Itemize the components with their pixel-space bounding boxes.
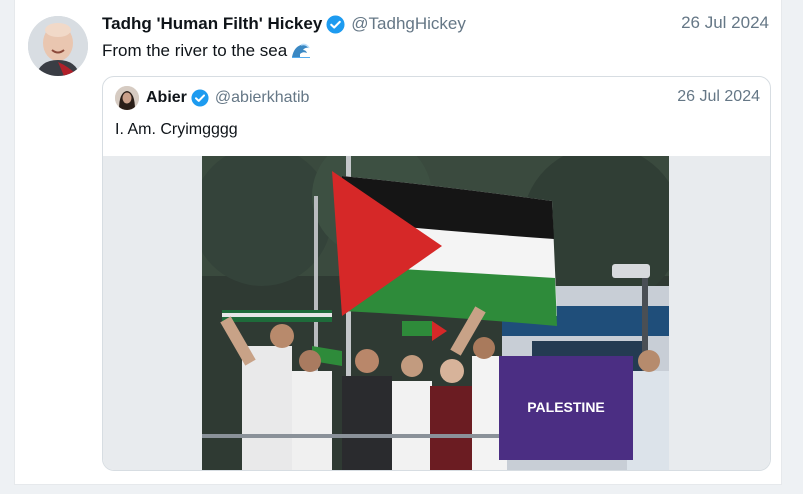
tweet-card[interactable]: Tadhg 'Human Filth' Hickey @TadhgHickey …	[14, 0, 782, 485]
palestine-banner: PALESTINE	[499, 356, 633, 460]
quoted-user-avatar[interactable]	[115, 86, 139, 110]
verified-badge-icon	[191, 89, 209, 107]
quoted-tweet-text: I. Am. Cryimgggg	[115, 121, 238, 138]
quoted-author-name[interactable]: Abier	[146, 89, 187, 107]
tweet-header: Tadhg 'Human Filth' Hickey @TadhgHickey …	[102, 12, 769, 36]
user-avatar[interactable]	[28, 16, 88, 76]
author-handle[interactable]: @TadhgHickey	[351, 14, 466, 34]
banner-text: PALESTINE	[527, 399, 605, 415]
quoted-tweet[interactable]: Abier @abierkhatib 26 Jul 2024 I. Am. Cr…	[102, 76, 771, 471]
tweet-date[interactable]: 26 Jul 2024	[681, 13, 769, 33]
quoted-tweet-date[interactable]: 26 Jul 2024	[677, 88, 760, 106]
tweet-text: From the river to the sea	[102, 41, 311, 64]
wave-icon	[291, 41, 311, 64]
quoted-tweet-media[interactable]: PALESTINE	[103, 156, 770, 470]
tweet-text-content: From the river to the sea	[102, 41, 288, 60]
quoted-tweet-header: Abier @abierkhatib 26 Jul 2024	[115, 85, 760, 111]
author-name[interactable]: Tadhg 'Human Filth' Hickey	[102, 14, 322, 34]
quoted-author-handle[interactable]: @abierkhatib	[215, 89, 310, 107]
verified-badge-icon	[326, 14, 345, 34]
tweet-photo[interactable]: PALESTINE	[202, 156, 669, 470]
